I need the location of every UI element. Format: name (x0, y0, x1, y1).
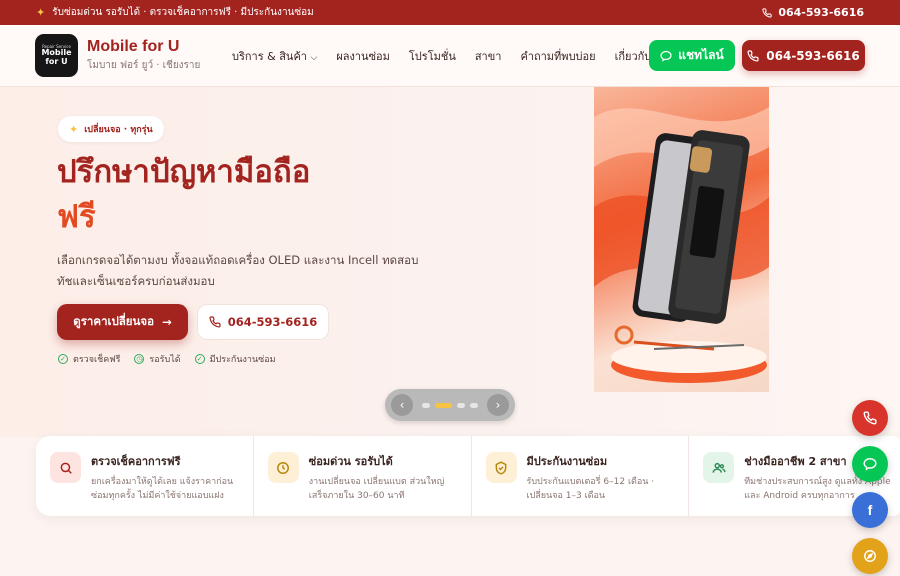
hero-chip-label: เปลี่ยนจอ · ทุกรุ่น (84, 125, 153, 135)
line-icon (863, 458, 877, 471)
hero-phone-image (594, 87, 769, 392)
brand-tagline: โมบาย ฟอร์ ยูว์ · เชียงราย (87, 60, 201, 71)
check-circle-icon: ✓ (58, 354, 68, 364)
sparkle-icon: ✦ (69, 122, 79, 136)
sparkle-icon: ✦ (36, 6, 46, 19)
feature-desc: รับประกันแบตเตอรี่ 6–12 เดือน · เปลี่ยนจ… (526, 477, 655, 502)
phone-repair-illustration (594, 107, 769, 383)
arrow-right-icon: → (162, 315, 172, 329)
float-line-button[interactable] (852, 446, 888, 482)
phone-icon (747, 49, 759, 62)
floating-contact-buttons: f (852, 400, 888, 574)
chevron-left-icon: ‹ (399, 398, 405, 412)
hero-title-main: ปรึกษาปัญหามือถือ (57, 154, 311, 190)
feature-title: ซ่อมด่วน รอรับได้ (308, 455, 393, 468)
feature-card: ซ่อมด่วน รอรับได้ งานเปลี่ยนจอ เปลี่ยนแบ… (254, 436, 472, 516)
hero-title-accent: ฟรี (57, 198, 96, 235)
site-header: Repair Service Mobile for U Mobile for U… (0, 25, 900, 87)
topbar-phone-link[interactable]: 064-593-6616 (762, 6, 864, 19)
check-label: มีประกันงานซ่อม (209, 355, 276, 365)
check-label: ตรวจเช็คฟรี (73, 355, 121, 365)
nav-label: บริการ & สินค้า (232, 50, 307, 63)
topbar-phone: 064-593-6616 (778, 6, 864, 19)
hero-slider-controls: ‹ › (385, 389, 515, 421)
hero-description: เลือกเกรดจอได้ตามงบ ทั้งจอแท้ถอดเครื่อง … (57, 253, 419, 289)
nav-item-branches[interactable]: สาขา (475, 47, 502, 65)
shield-check-icon: ✓ (194, 354, 205, 364)
hero-chip: ✦ เปลี่ยนจอ · ทุกรุ่น (58, 116, 164, 142)
chevron-down-icon: ⌵ (310, 53, 318, 63)
top-announcement-bar: ✦ รับซ่อมด่วน รอรับได้ · ตรวจเช็คอาการฟร… (0, 0, 900, 25)
feature-desc: ยกเครื่องมาให้ดูได้เลย แจ้งราคาก่อนซ่อมท… (91, 477, 234, 502)
feature-card: ตรวจเช็คอาการฟรี ยกเครื่องมาให้ดูได้เลย … (36, 436, 254, 516)
announcement-text: รับซ่อมด่วน รอรับได้ · ตรวจเช็คอาการฟรี … (52, 7, 314, 18)
users-icon (703, 452, 735, 483)
hero-title: ปรึกษาปัญหามือถือ ฟรี (57, 153, 310, 237)
hero-section: ✦ เปลี่ยนจอ · ทุกรุ่น ปรึกษาปัญหามือถือ … (0, 87, 900, 437)
main-nav: บริการ & สินค้า ⌵ ผลงานซ่อม โปรโมชั่น สา… (232, 25, 667, 87)
hero-checklist: ✓ ตรวจเช็คฟรี ◷ รอรับได้ ✓ มีประกันงานซ่อม (58, 352, 276, 366)
feature-card: มีประกันงานซ่อม รับประกันแบตเตอรี่ 6–12 … (472, 436, 690, 516)
float-map-button[interactable] (852, 538, 888, 574)
check-label: รอรับได้ (149, 355, 181, 365)
phone-icon (863, 411, 877, 425)
brand[interactable]: Mobile for U โมบาย ฟอร์ ยูว์ · เชียงราย (87, 38, 200, 73)
slider-next-button[interactable]: › (487, 394, 509, 416)
search-icon (50, 452, 81, 483)
line-chat-button[interactable]: แชทไลน์ (649, 40, 735, 71)
feature-desc: งานเปลี่ยนจอ เปลี่ยนแบต ส่วนใหญ่เสร็จภาย… (308, 477, 445, 502)
slider-prev-button[interactable]: ‹ (391, 394, 413, 416)
features-strip: ตรวจเช็คอาการฟรี ยกเครื่องมาให้ดูได้เลย … (36, 436, 900, 516)
clock-icon: ◷ (134, 354, 145, 364)
phone-icon (762, 7, 772, 18)
logo[interactable]: Repair Service Mobile for U (35, 34, 78, 77)
announcement: ✦ รับซ่อมด่วน รอรับได้ · ตรวจเช็คอาการฟร… (36, 5, 314, 20)
float-phone-button[interactable] (852, 400, 888, 436)
chevron-right-icon: › (495, 398, 501, 412)
slider-dot[interactable] (457, 402, 465, 408)
slider-dot[interactable] (422, 402, 430, 408)
nav-item-faq[interactable]: คำถามที่พบบ่อย (520, 47, 595, 65)
phone-icon (209, 316, 221, 328)
compass-icon (864, 550, 876, 562)
nav-item-portfolio[interactable]: ผลงานซ่อม (336, 47, 390, 65)
cta-primary-label: ดูราคาเปลี่ยนจอ (73, 314, 155, 328)
shield-icon (485, 452, 517, 483)
facebook-icon: f (867, 502, 873, 518)
view-screen-price-button[interactable]: ดูราคาเปลี่ยนจอ → (57, 304, 188, 340)
call-button-label: 064-593-6616 (766, 48, 860, 63)
slider-dot[interactable] (470, 402, 478, 408)
feature-title: ตรวจเช็คอาการฟรี (91, 455, 181, 468)
clock-icon (267, 452, 299, 483)
brand-name: Mobile for U (87, 38, 180, 55)
cta-secondary-label: 064-593-6616 (227, 315, 318, 329)
line-chat-label: แชทไลน์ (678, 48, 724, 62)
hero-call-button[interactable]: 064-593-6616 (197, 304, 329, 340)
feature-title: มีประกันงานซ่อม (526, 455, 608, 468)
logo-text: Mobile for U (41, 48, 72, 66)
call-button[interactable]: 064-593-6616 (742, 40, 865, 71)
slider-dot-active[interactable] (435, 402, 452, 408)
float-facebook-button[interactable]: f (852, 492, 888, 528)
nav-item-promotions[interactable]: โปรโมชั่น (409, 47, 456, 65)
check-item: ✓ ตรวจเช็คฟรี (58, 352, 120, 366)
slider-dots (422, 402, 478, 408)
check-item: ◷ รอรับได้ (134, 352, 181, 366)
check-item: ✓ มีประกันงานซ่อม (194, 352, 276, 366)
nav-item-services[interactable]: บริการ & สินค้า ⌵ (232, 47, 317, 65)
chat-bubble-icon (660, 50, 672, 62)
